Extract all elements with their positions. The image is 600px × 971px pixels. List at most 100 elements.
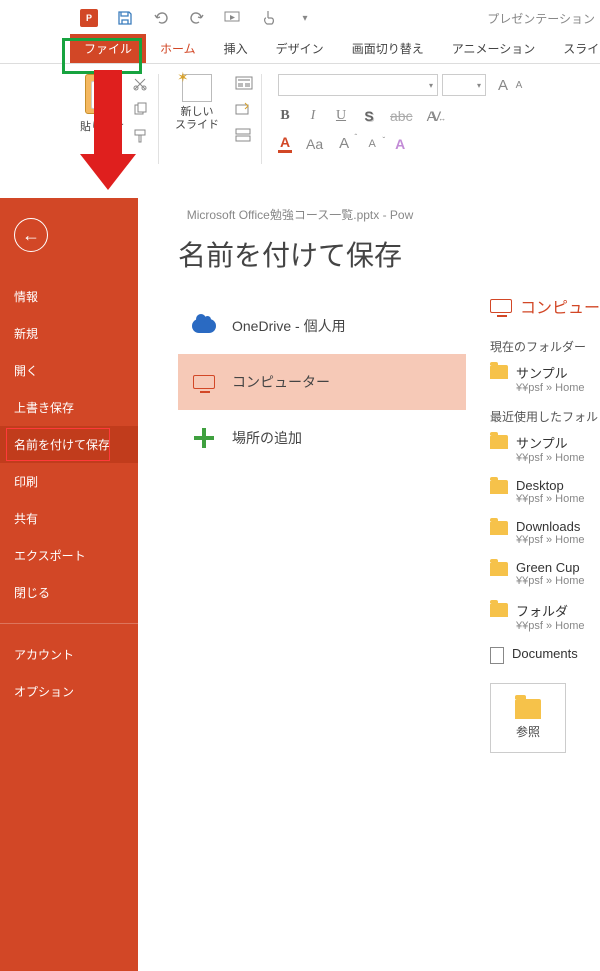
right-panel-title: コンピュー: [490, 294, 600, 318]
bs-options[interactable]: オプション: [0, 673, 138, 710]
bs-save[interactable]: 上書き保存: [0, 389, 138, 426]
addplace-label: 場所の追加: [232, 428, 302, 448]
qat-customize-icon[interactable]: ▾: [296, 9, 314, 27]
folder-icon: [490, 480, 508, 494]
tab-slideshow[interactable]: スライド ショー: [549, 34, 600, 63]
folder-row[interactable]: Downloads ¥¥psf » Home: [490, 519, 600, 546]
clear-formatting-button[interactable]: A: [393, 136, 407, 152]
folder-path: ¥¥psf » Home: [516, 452, 584, 464]
folder-icon: [490, 562, 508, 576]
tab-home[interactable]: ホーム: [146, 34, 210, 63]
ribbon-area: P ▾ プレゼンテーション ファイル ホーム 挿入 デザイン 画面切り替え アニ…: [0, 0, 600, 198]
onedrive-label: OneDrive - 個人用: [232, 316, 346, 336]
backstage-heading: 名前を付けて保存: [178, 234, 600, 274]
tab-file[interactable]: ファイル: [70, 34, 146, 63]
bs-export[interactable]: エクスポート: [0, 537, 138, 574]
current-folder-label: 現在のフォルダー: [490, 338, 600, 355]
text-shadow-button[interactable]: S: [362, 108, 376, 124]
redo-icon[interactable]: [188, 9, 206, 27]
bs-saveas[interactable]: 名前を付けて保存: [0, 426, 138, 463]
folder-name: サンプル: [516, 363, 584, 382]
new-slide-label: 新しい スライド: [175, 106, 219, 132]
backstage-view: Microsoft Office勉強コース一覧.pptx - Pow ← 情報 …: [0, 198, 600, 971]
underline-button[interactable]: U: [334, 108, 348, 124]
folder-path: ¥¥psf » Home: [516, 382, 584, 394]
save-onedrive[interactable]: OneDrive - 個人用: [178, 298, 466, 354]
folder-row[interactable]: Desktop ¥¥psf » Home: [490, 478, 600, 505]
format-painter-icon[interactable]: [132, 128, 150, 144]
tab-animations[interactable]: アニメーション: [438, 34, 550, 63]
folder-name: Green Cup: [516, 560, 584, 575]
bs-new[interactable]: 新規: [0, 315, 138, 352]
paste-label: 貼り付け: [80, 118, 124, 134]
bs-saveas-label: 名前を付けて保存: [14, 438, 110, 452]
folder-path: ¥¥psf » Home: [516, 575, 584, 587]
bs-print[interactable]: 印刷: [0, 463, 138, 500]
folder-open-icon: [515, 699, 541, 719]
save-computer[interactable]: コンピューター: [178, 354, 466, 410]
save-locations-list: OneDrive - 個人用 コンピューター 場所の追加: [178, 298, 466, 466]
folder-row[interactable]: サンプル ¥¥psf » Home: [490, 433, 600, 464]
document-icon: [490, 647, 504, 664]
grow-font-icon[interactable]: A: [496, 77, 510, 94]
save-addplace[interactable]: 場所の追加: [178, 410, 466, 466]
reset-icon[interactable]: [235, 102, 253, 118]
folder-row[interactable]: フォルダ ¥¥psf » Home: [490, 601, 600, 632]
grow-font-button[interactable]: Aˆ: [337, 135, 351, 152]
section-icon[interactable]: [235, 128, 253, 144]
add-place-icon: [192, 428, 216, 448]
folder-row[interactable]: Green Cup ¥¥psf » Home: [490, 560, 600, 587]
font-size-selector[interactable]: ▾: [442, 74, 486, 96]
backstage-main: 名前を付けて保存 OneDrive - 個人用 コンピューター 場所の追加 コン…: [138, 198, 600, 971]
bs-info[interactable]: 情報: [0, 278, 138, 315]
cut-icon[interactable]: [132, 76, 150, 92]
browse-button[interactable]: 参照: [490, 683, 566, 753]
folder-row[interactable]: Documents: [490, 646, 600, 663]
undo-icon[interactable]: [152, 9, 170, 27]
folder-name: Documents: [512, 646, 578, 661]
touch-mode-icon[interactable]: [260, 9, 278, 27]
folder-name: フォルダ: [516, 601, 584, 620]
title-bar-doc-type: プレゼンテーション: [487, 10, 595, 27]
slide-layout-group: [235, 70, 253, 174]
folder-row[interactable]: サンプル ¥¥psf » Home: [490, 363, 600, 394]
bs-account[interactable]: アカウント: [0, 636, 138, 673]
backstage-sidebar: ← 情報 新規 開く 上書き保存 名前を付けて保存 印刷 共有 エクスポート 閉…: [0, 198, 138, 971]
tab-design[interactable]: デザイン: [262, 34, 338, 63]
shrink-font-button[interactable]: Aˇ: [365, 138, 379, 150]
font-color-button[interactable]: A: [278, 134, 292, 153]
clipboard-extras: [132, 70, 150, 174]
italic-button[interactable]: I: [306, 108, 320, 124]
folder-icon: [490, 521, 508, 535]
folder-icon: [490, 435, 508, 449]
font-family-selector[interactable]: ▾: [278, 74, 438, 96]
change-case-button[interactable]: Aa: [306, 136, 323, 152]
layout-icon[interactable]: [235, 76, 253, 92]
ribbon-tabs: ファイル ホーム 挿入 デザイン 画面切り替え アニメーション スライド ショー: [0, 36, 600, 64]
shrink-font-icon[interactable]: A: [512, 80, 526, 91]
folder-path: ¥¥psf » Home: [516, 534, 584, 546]
clipboard-icon: [85, 74, 119, 114]
tab-transitions[interactable]: 画面切り替え: [338, 34, 438, 63]
recent-folders-label: 最近使用したフォル: [490, 408, 600, 425]
folder-name: Downloads: [516, 519, 584, 534]
font-group: ▾ ▾ A A B I U S abc AV↔ A Aa Aˆ Aˇ A: [270, 70, 534, 174]
bs-open[interactable]: 開く: [0, 352, 138, 389]
powerpoint-app-icon: P: [80, 9, 98, 27]
paste-button[interactable]: 貼り付け: [80, 70, 124, 174]
save-icon[interactable]: [116, 9, 134, 27]
folder-path: ¥¥psf » Home: [516, 620, 584, 632]
char-spacing-button[interactable]: AV↔: [427, 108, 444, 124]
bs-close[interactable]: 閉じる: [0, 574, 138, 611]
onedrive-icon: [192, 316, 216, 336]
strikethrough-button[interactable]: abc: [390, 108, 413, 124]
browse-label: 参照: [516, 723, 540, 740]
new-slide-button[interactable]: 新しい スライド: [167, 70, 227, 174]
back-button[interactable]: ←: [14, 218, 48, 252]
bs-share[interactable]: 共有: [0, 500, 138, 537]
new-slide-icon: [182, 74, 212, 102]
copy-icon[interactable]: [132, 102, 150, 118]
bold-button[interactable]: B: [278, 108, 292, 124]
tab-insert[interactable]: 挿入: [210, 34, 262, 63]
slideshow-start-icon[interactable]: [224, 9, 242, 27]
